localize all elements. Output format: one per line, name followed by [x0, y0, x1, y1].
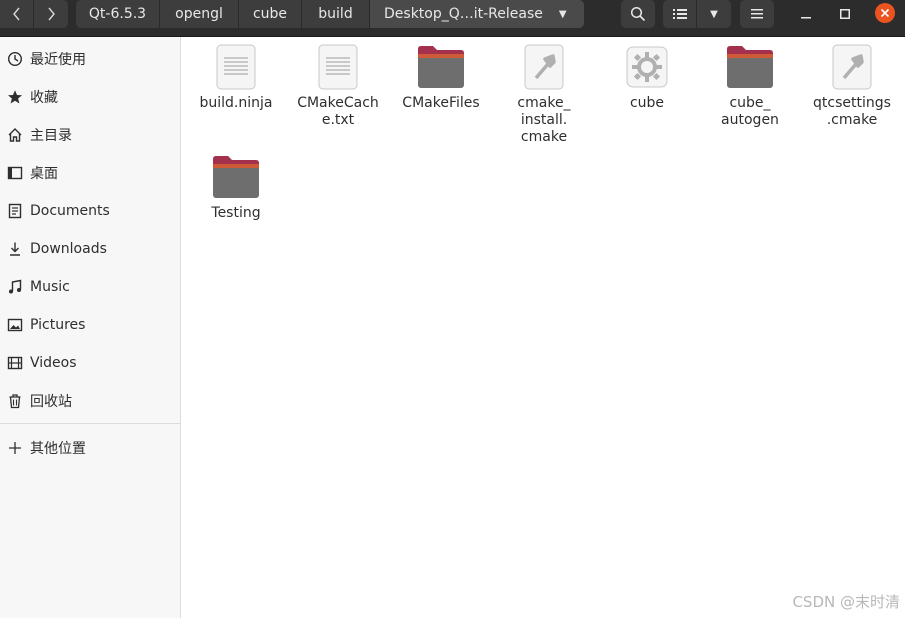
file-item-cmakefiles[interactable]: CMakeFiles	[391, 43, 491, 112]
sidebar-item-other-locations[interactable]: 其他位置	[0, 431, 180, 465]
sidebar-item-music[interactable]: Music	[0, 270, 180, 304]
sidebar-item-videos[interactable]: Videos	[0, 346, 180, 380]
download-icon	[6, 240, 24, 258]
caret-down-icon: ▼	[710, 8, 718, 20]
file-item-qtcsettings[interactable]: qtcsettings .cmake	[802, 43, 902, 129]
sidebar-item-trash[interactable]: 回收站	[0, 384, 180, 418]
sidebar-item-home[interactable]: 主目录	[0, 118, 180, 152]
breadcrumb-item-cube[interactable]: cube	[239, 0, 302, 28]
sidebar-item-label: 回收站	[30, 394, 72, 410]
file-item-cmake-install[interactable]: cmake_ install. cmake	[494, 43, 594, 146]
file-label: cmake_ install. cmake	[517, 95, 571, 145]
breadcrumb-item-build[interactable]: build	[302, 0, 370, 28]
close-icon	[880, 8, 890, 18]
caret-down-icon[interactable]: ▼	[559, 9, 567, 20]
maximize-button[interactable]	[835, 4, 855, 24]
breadcrumb-current-label: Desktop_Q…it-Release	[384, 6, 543, 22]
close-button[interactable]	[875, 3, 895, 23]
sidebar-item-pictures[interactable]: Pictures	[0, 308, 180, 342]
back-button[interactable]	[0, 0, 34, 28]
watermark: CSDN @末时清	[792, 593, 900, 611]
file-label: CMakeCach e.txt	[297, 95, 379, 128]
sidebar-item-recent[interactable]: 最近使用	[0, 42, 180, 76]
file-label: cube_ autogen	[721, 95, 779, 128]
text-file-icon	[212, 43, 260, 91]
file-item-cube[interactable]: cube	[597, 43, 697, 112]
sidebar-divider	[0, 423, 180, 424]
desktop-icon	[6, 164, 24, 182]
sidebar-item-label: 最近使用	[30, 52, 86, 68]
file-label: build.ninja	[199, 95, 273, 111]
script-file-icon	[828, 43, 876, 91]
forward-button[interactable]	[34, 0, 68, 28]
file-label: Testing	[211, 205, 261, 221]
chevron-right-icon	[48, 7, 55, 21]
list-view-icon	[672, 9, 687, 19]
sidebar-item-starred[interactable]: 收藏	[0, 80, 180, 114]
sidebar-item-label: Music	[30, 279, 70, 295]
pictures-icon	[6, 316, 24, 334]
music-icon	[6, 278, 24, 296]
view-toggle-button[interactable]	[663, 0, 697, 28]
search-button[interactable]	[621, 0, 655, 28]
file-grid: build.ninja CMakeCach e.txt CMakeFiles c…	[181, 37, 905, 618]
file-label: CMakeFiles	[402, 95, 480, 111]
maximize-icon	[840, 9, 850, 19]
menu-button[interactable]	[740, 0, 774, 28]
file-item-cube-autogen[interactable]: cube_ autogen	[700, 43, 800, 129]
sidebar-item-label: 收藏	[30, 90, 58, 106]
folder-icon	[417, 43, 465, 91]
documents-icon	[6, 202, 24, 220]
recent-icon	[6, 50, 24, 68]
sidebar-item-label: 主目录	[30, 128, 72, 144]
header-bar: Qt-6.5.3 opengl cube build Desktop_Q…it-…	[0, 0, 905, 37]
script-file-icon	[520, 43, 568, 91]
text-file-icon	[314, 43, 362, 91]
executable-gear-icon	[623, 43, 671, 91]
sidebar-item-documents[interactable]: Documents	[0, 194, 180, 228]
folder-icon	[212, 153, 260, 201]
file-label: cube	[629, 95, 665, 111]
file-label: qtcsettings .cmake	[813, 95, 891, 128]
file-item-build-ninja[interactable]: build.ninja	[186, 43, 286, 112]
sidebar: 最近使用 收藏 主目录 桌面 Documents Downloads Music…	[0, 37, 181, 618]
file-item-cmakecache[interactable]: CMakeCach e.txt	[288, 43, 388, 129]
breadcrumb-item-qt[interactable]: Qt-6.5.3	[76, 0, 160, 28]
plus-icon	[6, 439, 24, 457]
sidebar-item-label: Videos	[30, 355, 77, 371]
sidebar-item-label: Documents	[30, 203, 110, 219]
sidebar-item-label: 桌面	[30, 166, 58, 182]
breadcrumb: Qt-6.5.3 opengl cube build Desktop_Q…it-…	[76, 0, 584, 28]
navigation-buttons	[0, 0, 68, 28]
breadcrumb-item-current[interactable]: Desktop_Q…it-Release ▼	[370, 0, 584, 28]
view-options-button[interactable]: ▼	[697, 0, 731, 28]
home-icon	[6, 126, 24, 144]
sidebar-item-label: 其他位置	[30, 441, 86, 457]
videos-icon	[6, 354, 24, 372]
trash-icon	[6, 392, 24, 410]
hamburger-menu-icon	[751, 9, 763, 19]
chevron-left-icon	[12, 7, 20, 21]
file-item-testing[interactable]: Testing	[186, 153, 286, 222]
folder-icon	[726, 43, 774, 91]
breadcrumb-item-opengl[interactable]: opengl	[160, 0, 239, 28]
sidebar-item-desktop[interactable]: 桌面	[0, 156, 180, 190]
star-icon	[6, 88, 24, 106]
sidebar-item-label: Downloads	[30, 241, 107, 257]
sidebar-item-label: Pictures	[30, 317, 86, 333]
search-icon	[630, 6, 646, 22]
sidebar-item-downloads[interactable]: Downloads	[0, 232, 180, 266]
minimize-icon	[801, 17, 811, 19]
minimize-button[interactable]	[796, 4, 816, 24]
